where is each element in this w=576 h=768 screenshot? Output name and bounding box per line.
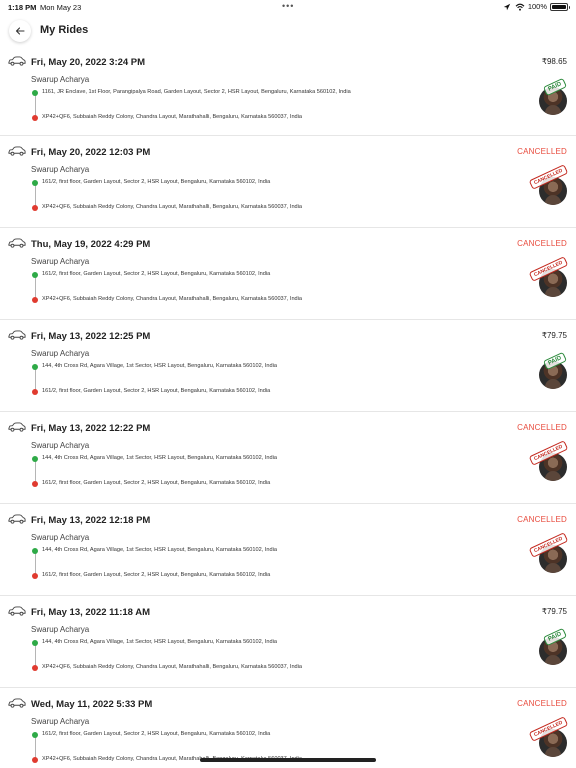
pickup-dot-icon: [32, 456, 38, 462]
ride-card[interactable]: Wed, May 11, 2022 5:33 PM Swarup Acharya…: [0, 688, 576, 768]
pickup-address: 144, 4th Cross Rd, Agara Village, 1st Se…: [42, 547, 277, 553]
pickup-address: 144, 4th Cross Rd, Agara Village, 1st Se…: [42, 455, 277, 461]
car-icon: [8, 238, 26, 248]
ride-date: Fri, May 13, 2022 12:22 PM: [31, 423, 151, 434]
multitasking-dots-icon[interactable]: •••: [282, 1, 294, 11]
drop-address: 161/2, first floor, Garden Layout, Secto…: [42, 572, 271, 578]
ride-date: Fri, May 13, 2022 12:25 PM: [31, 331, 151, 342]
pickup-address: 161/2, first floor, Garden Layout, Secto…: [42, 731, 271, 737]
drop-dot-icon: [32, 573, 38, 579]
ride-status: CANCELLED: [517, 239, 567, 248]
pickup-address: 161/2, first floor, Garden Layout, Secto…: [42, 179, 271, 185]
pickup-address: 144, 4th Cross Rd, Agara Village, 1st Se…: [42, 363, 277, 369]
pickup-dot-icon: [32, 180, 38, 186]
ride-status: CANCELLED: [517, 699, 567, 708]
rides-list[interactable]: Fri, May 20, 2022 3:24 PM Swarup Acharya…: [0, 50, 576, 768]
drop-address: XP42+QF6, Subbaiah Reddy Colony, Chandra…: [42, 114, 303, 120]
header: My Rides: [0, 14, 576, 50]
ride-date: Fri, May 13, 2022 12:18 PM: [31, 515, 151, 526]
drop-address: XP42+QF6, Subbaiah Reddy Colony, Chandra…: [42, 296, 303, 302]
drop-dot-icon: [32, 205, 38, 211]
pickup-dot-icon: [32, 548, 38, 554]
pickup-dot-icon: [32, 732, 38, 738]
ride-driver-name: Swarup Acharya: [31, 625, 90, 634]
ride-card[interactable]: Fri, May 20, 2022 12:03 PM Swarup Achary…: [0, 136, 576, 228]
battery-icon: [550, 2, 570, 11]
car-icon: [8, 422, 26, 432]
ride-date: Thu, May 19, 2022 4:29 PM: [31, 239, 151, 250]
pickup-dot-icon: [32, 90, 38, 96]
drop-dot-icon: [32, 481, 38, 487]
ride-driver-name: Swarup Acharya: [31, 717, 90, 726]
drop-dot-icon: [32, 389, 38, 395]
ride-driver-name: Swarup Acharya: [31, 349, 90, 358]
status-time: 1:18 PM: [8, 3, 37, 12]
ride-date: Fri, May 13, 2022 11:18 AM: [31, 607, 150, 618]
wifi-icon: [515, 3, 525, 11]
ride-card[interactable]: Thu, May 19, 2022 4:29 PM Swarup Acharya…: [0, 228, 576, 320]
car-icon: [8, 514, 26, 524]
drop-address: XP42+QF6, Subbaiah Reddy Colony, Chandra…: [42, 664, 303, 670]
drop-address: 161/2, first floor, Garden Layout, Secto…: [42, 388, 271, 394]
status-date: Mon May 23: [40, 3, 82, 12]
pickup-dot-icon: [32, 640, 38, 646]
ride-date: Fri, May 20, 2022 12:03 PM: [31, 147, 151, 158]
ride-driver-name: Swarup Acharya: [31, 75, 90, 84]
home-indicator[interactable]: [200, 758, 376, 762]
car-icon: [8, 146, 26, 156]
ride-status: ₹98.65: [541, 57, 567, 66]
ride-card[interactable]: Fri, May 20, 2022 3:24 PM Swarup Acharya…: [0, 50, 576, 136]
drop-dot-icon: [32, 297, 38, 303]
back-button[interactable]: [9, 20, 31, 42]
status-bar: 1:18 PM Mon May 23 ••• 100%: [0, 0, 576, 14]
ride-driver-name: Swarup Acharya: [31, 257, 90, 266]
status-indicators: 100%: [502, 2, 570, 11]
ride-driver-name: Swarup Acharya: [31, 533, 90, 542]
drop-address: 161/2, first floor, Garden Layout, Secto…: [42, 480, 271, 486]
drop-dot-icon: [32, 115, 38, 121]
ride-date: Fri, May 20, 2022 3:24 PM: [31, 57, 146, 68]
car-icon: [8, 56, 26, 66]
ride-status: CANCELLED: [517, 515, 567, 524]
car-icon: [8, 330, 26, 340]
ride-card[interactable]: Fri, May 13, 2022 12:25 PM Swarup Achary…: [0, 320, 576, 412]
ride-status: CANCELLED: [517, 423, 567, 432]
ride-card[interactable]: Fri, May 13, 2022 11:18 AM Swarup Achary…: [0, 596, 576, 688]
pickup-address: 1161, JR Enclave, 1st Floor, Parangipaly…: [42, 89, 351, 95]
drop-dot-icon: [32, 665, 38, 671]
ride-card[interactable]: Fri, May 13, 2022 12:22 PM Swarup Achary…: [0, 412, 576, 504]
pickup-dot-icon: [32, 364, 38, 370]
battery-percent: 100%: [527, 2, 547, 11]
pickup-address: 161/2, first floor, Garden Layout, Secto…: [42, 271, 271, 277]
ride-driver-name: Swarup Acharya: [31, 441, 90, 450]
pickup-dot-icon: [32, 272, 38, 278]
drop-dot-icon: [32, 757, 38, 763]
ride-driver-name: Swarup Acharya: [31, 165, 90, 174]
car-icon: [8, 698, 26, 708]
pickup-address: 144, 4th Cross Rd, Agara Village, 1st Se…: [42, 639, 277, 645]
ride-date: Wed, May 11, 2022 5:33 PM: [31, 699, 153, 710]
ride-status: ₹79.75: [541, 607, 567, 616]
page-title: My Rides: [40, 24, 89, 36]
car-icon: [8, 606, 26, 616]
location-icon: [503, 3, 511, 10]
arrow-left-icon: [15, 27, 25, 35]
ride-status: CANCELLED: [517, 147, 567, 156]
ride-card[interactable]: Fri, May 13, 2022 12:18 PM Swarup Achary…: [0, 504, 576, 596]
ride-status: ₹79.75: [541, 331, 567, 340]
drop-address: XP42+QF6, Subbaiah Reddy Colony, Chandra…: [42, 204, 303, 210]
